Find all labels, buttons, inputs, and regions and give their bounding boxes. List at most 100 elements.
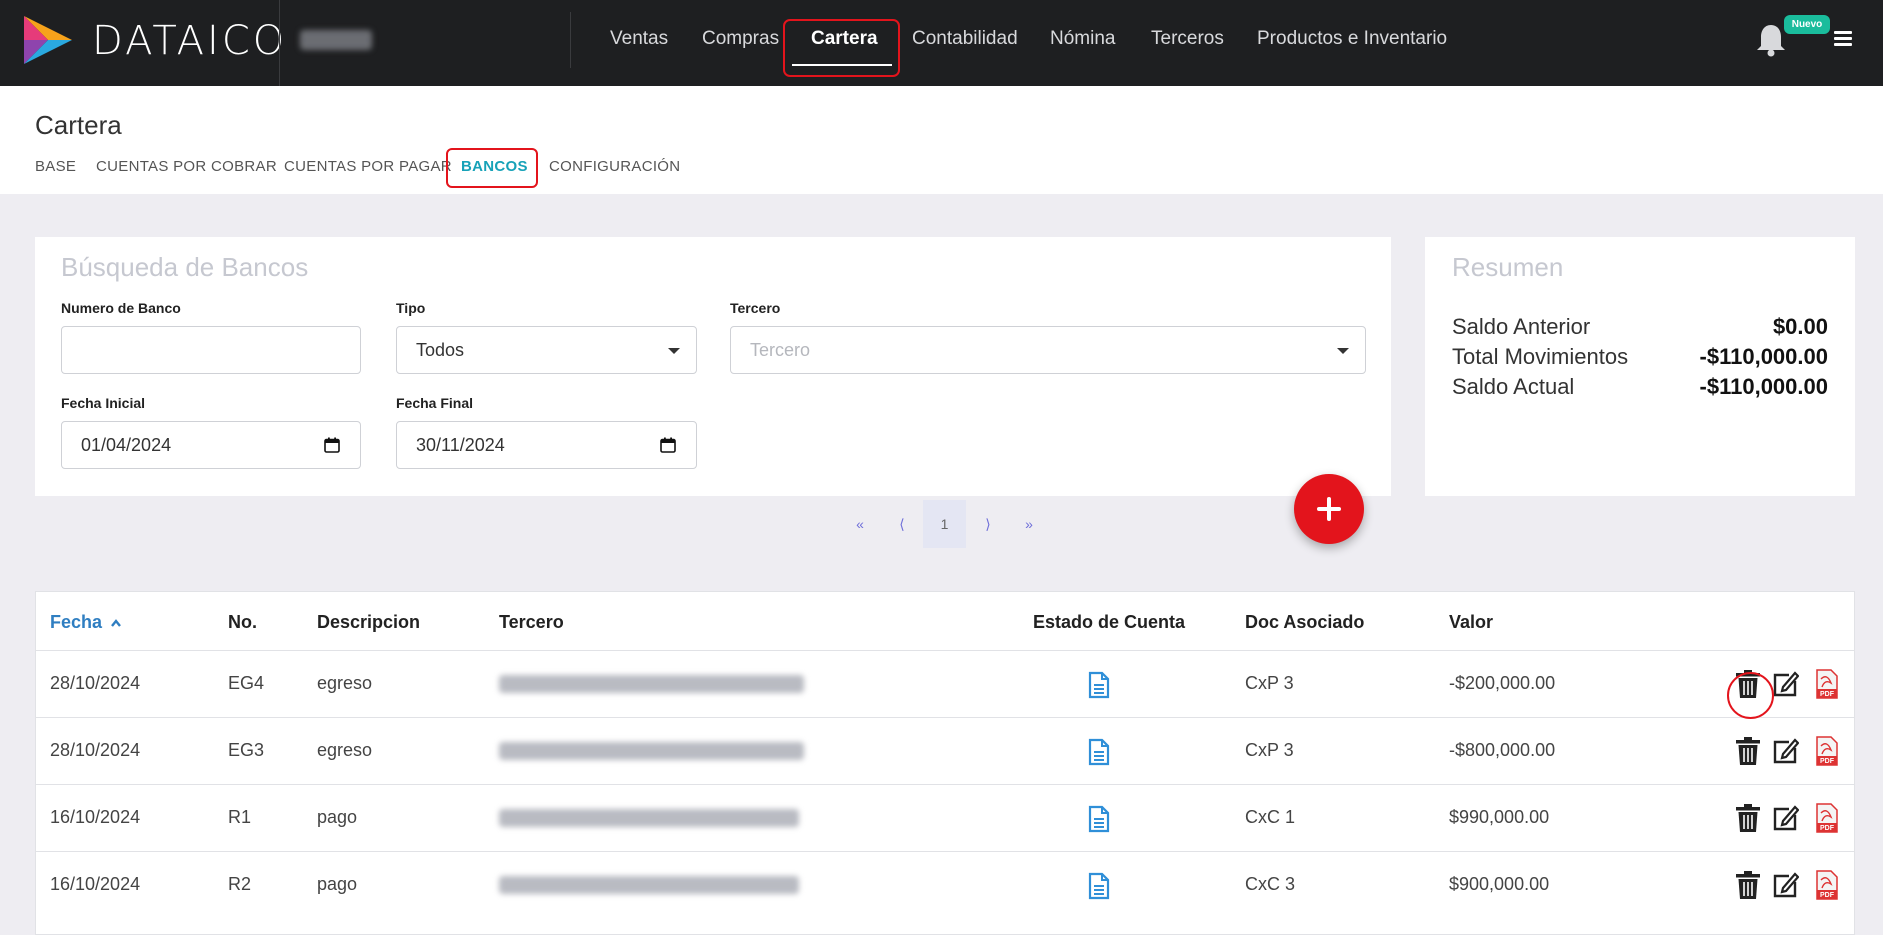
tercero-label: Tercero: [730, 300, 781, 316]
page-current-button[interactable]: 1: [923, 500, 966, 548]
pdf-icon[interactable]: PDF: [1813, 803, 1841, 833]
nav-ventas[interactable]: Ventas: [610, 28, 668, 50]
numero-banco-input[interactable]: [61, 326, 361, 374]
edit-highlight-circle: [1727, 672, 1774, 719]
menu-icon[interactable]: [1834, 31, 1852, 47]
header-valor[interactable]: Valor: [1449, 612, 1493, 633]
document-icon[interactable]: [1088, 671, 1110, 699]
document-icon[interactable]: [1088, 805, 1110, 833]
nav-productos-inventario[interactable]: Productos e Inventario: [1257, 28, 1447, 50]
cell-valor: $990,000.00: [1449, 807, 1550, 827]
cell-no: EG3: [228, 740, 265, 760]
chevron-down-icon: [1337, 348, 1349, 354]
cell-doc-asociado[interactable]: CxP 3: [1245, 673, 1294, 694]
cell-fecha: 16/10/2024: [50, 874, 141, 894]
page-last-button[interactable]: »: [1017, 500, 1041, 548]
pdf-icon[interactable]: PDF: [1813, 669, 1841, 699]
cell-doc-asociado[interactable]: CxC 1: [1245, 807, 1295, 828]
tab-cuentas-por-cobrar[interactable]: CUENTAS POR COBRAR: [96, 158, 277, 175]
fecha-final-value: 30/11/2024: [416, 435, 505, 455]
trash-icon[interactable]: [1734, 736, 1762, 766]
nav-nomina[interactable]: Nómina: [1050, 28, 1115, 50]
cell-valor: -$200,000.00: [1449, 673, 1556, 693]
edit-icon[interactable]: [1771, 669, 1799, 699]
table-row: 16/10/2024 R2 pago CxC 3 $900,000.00 PDF: [36, 851, 1854, 918]
tipo-value: Todos: [416, 340, 465, 360]
page-header: Cartera BASE CUENTAS POR COBRAR CUENTAS …: [0, 86, 1883, 194]
numero-label: Numero de Banco: [61, 300, 181, 316]
nav-terceros[interactable]: Terceros: [1151, 28, 1224, 50]
edit-icon[interactable]: [1771, 803, 1799, 833]
cell-fecha: 16/10/2024: [50, 807, 141, 827]
header-descripcion[interactable]: Descripcion: [317, 612, 420, 633]
tab-cuentas-por-pagar[interactable]: CUENTAS POR PAGAR: [284, 158, 452, 175]
calendar-icon[interactable]: [324, 437, 340, 453]
search-card: Búsqueda de Bancos Numero de Banco Tipo …: [35, 237, 1391, 496]
tipo-select[interactable]: Todos: [396, 326, 697, 374]
cell-fecha: 28/10/2024: [50, 740, 141, 760]
saldo-actual-value: -$110,000.00: [1699, 374, 1828, 399]
tab-configuracion[interactable]: CONFIGURACIÓN: [549, 158, 680, 175]
cell-doc-asociado[interactable]: CxC 3: [1245, 874, 1295, 895]
svg-text:PDF: PDF: [1820, 758, 1835, 765]
divider: [570, 12, 571, 68]
tab-base[interactable]: BASE: [35, 158, 76, 175]
bancos-table: Fecha No. Descripcion Tercero Estado de …: [35, 591, 1855, 935]
cell-tercero-blurred: [499, 742, 804, 760]
saldo-anterior-label: Saldo Anterior: [1452, 314, 1591, 339]
cell-descripcion: pago: [317, 807, 358, 827]
logo-icon[interactable]: [22, 14, 74, 66]
bell-icon[interactable]: [1755, 22, 1787, 58]
top-navbar: DATAICO Ventas Compras Cartera Contabili…: [0, 0, 1883, 86]
pdf-icon[interactable]: PDF: [1813, 736, 1841, 766]
page-prev-button[interactable]: ⟨: [890, 500, 914, 548]
cell-no: R2: [228, 874, 252, 894]
header-fecha-label: Fecha: [50, 612, 103, 632]
trash-icon[interactable]: [1734, 803, 1762, 833]
page-next-button[interactable]: ⟩: [976, 500, 1000, 548]
page-title: Cartera: [35, 110, 122, 140]
nav-compras[interactable]: Compras: [702, 28, 779, 50]
fecha-inicial-label: Fecha Inicial: [61, 395, 146, 411]
trash-icon[interactable]: [1734, 870, 1762, 900]
tercero-select[interactable]: Tercero: [730, 326, 1366, 374]
header-fecha[interactable]: Fecha: [50, 612, 122, 633]
cell-descripcion: egreso: [317, 673, 373, 693]
cell-doc-asociado[interactable]: CxP 3: [1245, 740, 1294, 761]
fecha-inicial-input[interactable]: 01/04/2024: [61, 421, 361, 469]
summary-title: Resumen: [1452, 252, 1564, 282]
tercero-placeholder: Tercero: [750, 340, 811, 360]
nav-contabilidad[interactable]: Contabilidad: [912, 28, 1018, 50]
fecha-final-label: Fecha Final: [396, 395, 474, 411]
divider: [279, 0, 280, 86]
total-movimientos-value: -$110,000.00: [1699, 344, 1828, 369]
edit-icon[interactable]: [1771, 870, 1799, 900]
saldo-anterior-value: $0.00: [1772, 314, 1828, 339]
header-no[interactable]: No.: [228, 612, 257, 633]
cell-valor: $900,000.00: [1449, 874, 1550, 894]
page-first-button[interactable]: «: [848, 500, 872, 548]
edit-icon[interactable]: [1771, 736, 1799, 766]
company-name-blurred: [300, 30, 372, 50]
add-banco-button[interactable]: [1294, 474, 1364, 544]
header-tercero[interactable]: Tercero: [499, 612, 564, 633]
tab-highlight-box: [446, 148, 538, 188]
svg-text:PDF: PDF: [1820, 892, 1835, 899]
brand-name[interactable]: DATAICO: [92, 18, 287, 64]
document-icon[interactable]: [1088, 872, 1110, 900]
cell-no: R1: [228, 807, 252, 827]
pdf-icon[interactable]: PDF: [1813, 870, 1841, 900]
cell-fecha: 28/10/2024: [50, 673, 141, 693]
svg-text:PDF: PDF: [1820, 691, 1835, 698]
document-icon[interactable]: [1088, 738, 1110, 766]
header-estado-cuenta[interactable]: Estado de Cuenta: [1033, 612, 1185, 633]
svg-text:PDF: PDF: [1820, 825, 1835, 832]
header-doc-asociado[interactable]: Doc Asociado: [1245, 612, 1364, 633]
fecha-final-input[interactable]: 30/11/2024: [396, 421, 697, 469]
summary-card: Resumen Saldo Anterior $0.00 Total Movim…: [1425, 237, 1855, 496]
calendar-icon[interactable]: [660, 437, 676, 453]
cell-tercero-blurred: [499, 809, 799, 827]
cell-tercero-blurred: [499, 675, 804, 693]
table-row: 28/10/2024 EG3 egreso CxP 3 -$800,000.00…: [36, 717, 1854, 784]
sort-up-icon: [111, 619, 121, 627]
